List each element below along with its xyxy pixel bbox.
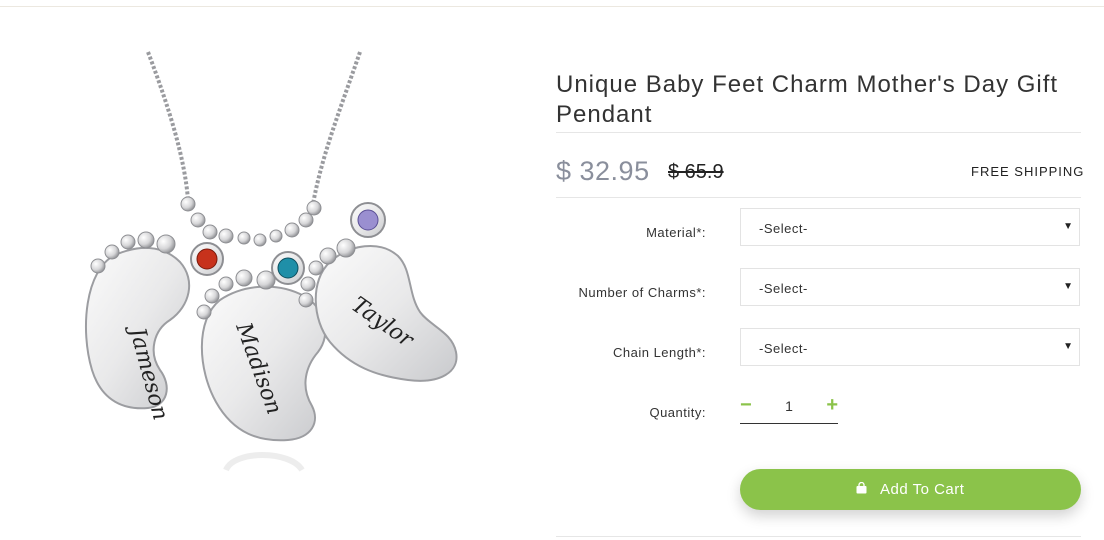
product-title: Unique Baby Feet Charm Mother's Day Gift… [556, 71, 1059, 129]
dropdown-arrow-icon: ▼ [1063, 341, 1073, 352]
price-original: $ 65.9 [668, 161, 724, 183]
shopping-bag-icon [856, 482, 867, 494]
number-of-charms-select[interactable]: -Select- ▼ [740, 268, 1080, 306]
top-divider [0, 6, 1104, 7]
charm-taylor: Taylor [298, 238, 458, 382]
material-value: -Select- [759, 221, 808, 236]
free-shipping-badge: FREE SHIPPING [971, 164, 1085, 179]
chain-length-label: Chain Length*: [612, 345, 706, 360]
dropdown-arrow-icon: ▼ [1063, 281, 1073, 292]
material-select[interactable]: -Select- ▼ [740, 208, 1080, 246]
product-image: Jameson Madison Taylor [84, 51, 458, 472]
chain-length-value: -Select- [759, 341, 808, 356]
add-to-cart-button[interactable]: Add To Cart [740, 469, 1081, 510]
divider [556, 536, 1081, 537]
add-to-cart-label: Add To Cart [880, 481, 965, 498]
material-label: Material*: [646, 225, 706, 240]
quantity-stepper[interactable]: − 1 + [740, 393, 838, 424]
divider [556, 197, 1081, 198]
chain-length-select[interactable]: -Select- ▼ [740, 328, 1080, 366]
price-current: $ 32.95 [556, 156, 650, 186]
quantity-input[interactable]: 1 [740, 398, 838, 414]
increase-quantity-button[interactable]: + [826, 395, 838, 415]
dropdown-arrow-icon: ▼ [1063, 221, 1073, 232]
divider [556, 132, 1081, 133]
number-of-charms-value: -Select- [759, 281, 808, 296]
charm-jameson: Jameson [84, 231, 190, 423]
number-of-charms-label: Number of Charms*: [578, 285, 706, 300]
quantity-label: Quantity: [649, 405, 706, 420]
